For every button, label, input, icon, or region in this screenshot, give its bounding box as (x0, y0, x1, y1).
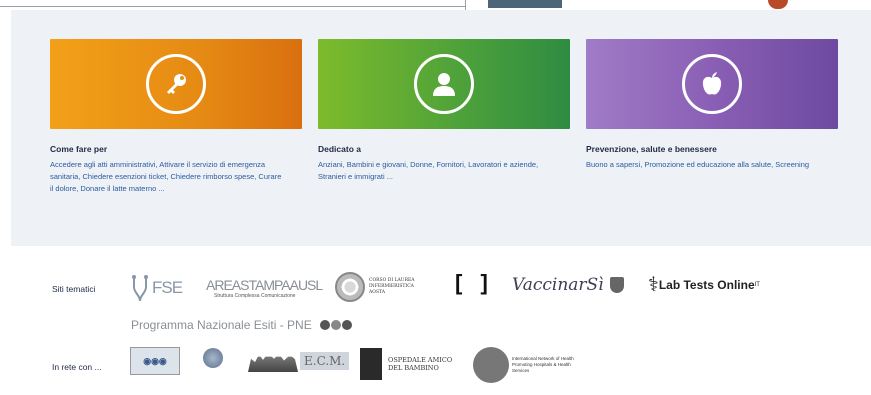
divider (465, 0, 466, 10)
lab-tests-text: Lab Tests Online (658, 277, 755, 292)
globe-icon (203, 348, 223, 368)
card-prevenzione[interactable]: Prevenzione, salute e benessere Buono a … (586, 39, 838, 171)
brackets-icon: [ ] (455, 270, 494, 295)
card-links[interactable]: Accedere agli atti amministrativi, Attiv… (50, 159, 285, 195)
hph-logo[interactable]: International Network of Health Promotin… (473, 347, 587, 383)
thumbnail (488, 0, 562, 8)
key-icon (146, 54, 206, 114)
fse-text: FSE (152, 278, 183, 297)
caduceus-icon: ⚕ (648, 274, 659, 296)
corso-laurea-text: CORSO DI LAUREA INFERMIERISTICA AOSTA (369, 278, 415, 295)
corso-laurea-logo[interactable]: CORSO DI LAUREA INFERMIERISTICA AOSTA (335, 272, 429, 302)
card-title[interactable]: Dedicato a (318, 144, 570, 154)
card-links[interactable]: Buono a sapersi, Promozione ed educazion… (586, 159, 821, 171)
ospedale-text: OSPEDALE AMICO DEL BAMBINO (388, 356, 453, 372)
card-banner[interactable] (318, 39, 570, 129)
seal-icon (335, 272, 365, 302)
lab-tests-online-logo[interactable]: ⚕ Lab Tests Online IT (648, 272, 760, 297)
card-title[interactable]: Prevenzione, salute e benessere (586, 144, 838, 154)
divider (0, 6, 465, 7)
people-icon (248, 353, 298, 372)
lab-tests-sup: IT (754, 281, 760, 288)
network-logo-1[interactable]: ◉◉◉ (130, 347, 180, 375)
top-clipped-strip (0, 0, 871, 10)
fse-logo[interactable]: FSE (128, 273, 183, 303)
area-stampa-text: AREASTAMPAAUSL (206, 277, 323, 293)
card-links[interactable]: Anziani, Bambini e giovani, Donne, Forni… (318, 159, 553, 183)
ospedale-amico-logo[interactable]: OSPEDALE AMICO DEL BAMBINO (360, 348, 458, 380)
service-cards-panel: Come fare per Accedere agli atti amminis… (11, 10, 871, 246)
card-title[interactable]: Come fare per (50, 144, 302, 154)
mother-child-icon (360, 348, 382, 380)
network-icon: ◉◉◉ (143, 355, 167, 366)
vaccinarsi-text: VaccinarSì (512, 275, 604, 295)
card-dedicato-a[interactable]: Dedicato a Anziani, Bambini e giovani, D… (318, 39, 570, 183)
card-banner[interactable] (586, 39, 838, 129)
pne-text: Programma Nazionale Esiti - PNE (131, 318, 312, 332)
card-come-fare-per[interactable]: Come fare per Accedere agli atti amminis… (50, 39, 302, 195)
pne-logo[interactable]: Programma Nazionale Esiti - PNE (131, 318, 353, 332)
hph-circle-icon (473, 347, 509, 383)
ecm-logo[interactable]: E.C.M. (248, 350, 350, 372)
area-stampa-logo[interactable]: AREASTAMPAAUSL Struttura Complessa Comun… (206, 277, 323, 299)
crest-icon (768, 0, 788, 9)
network-logo-2[interactable] (196, 348, 230, 376)
ecm-text: E.C.M. (300, 352, 350, 370)
vaccinarsi-logo[interactable]: VaccinarSì (512, 275, 624, 295)
hph-text: International Network of Health Promotin… (512, 356, 574, 373)
siti-tematici-label: Siti tematici (52, 284, 96, 294)
apple-icon (682, 54, 742, 114)
shield-icon (609, 277, 624, 293)
area-stampa-subtext: Struttura Complessa Comunicazione (214, 293, 296, 299)
card-banner[interactable] (50, 39, 302, 129)
person-icon (414, 54, 474, 114)
agenas-icon (319, 320, 353, 330)
in-rete-con-label: In rete con ... (52, 362, 102, 372)
brackets-logo[interactable]: [ ] (455, 270, 494, 296)
